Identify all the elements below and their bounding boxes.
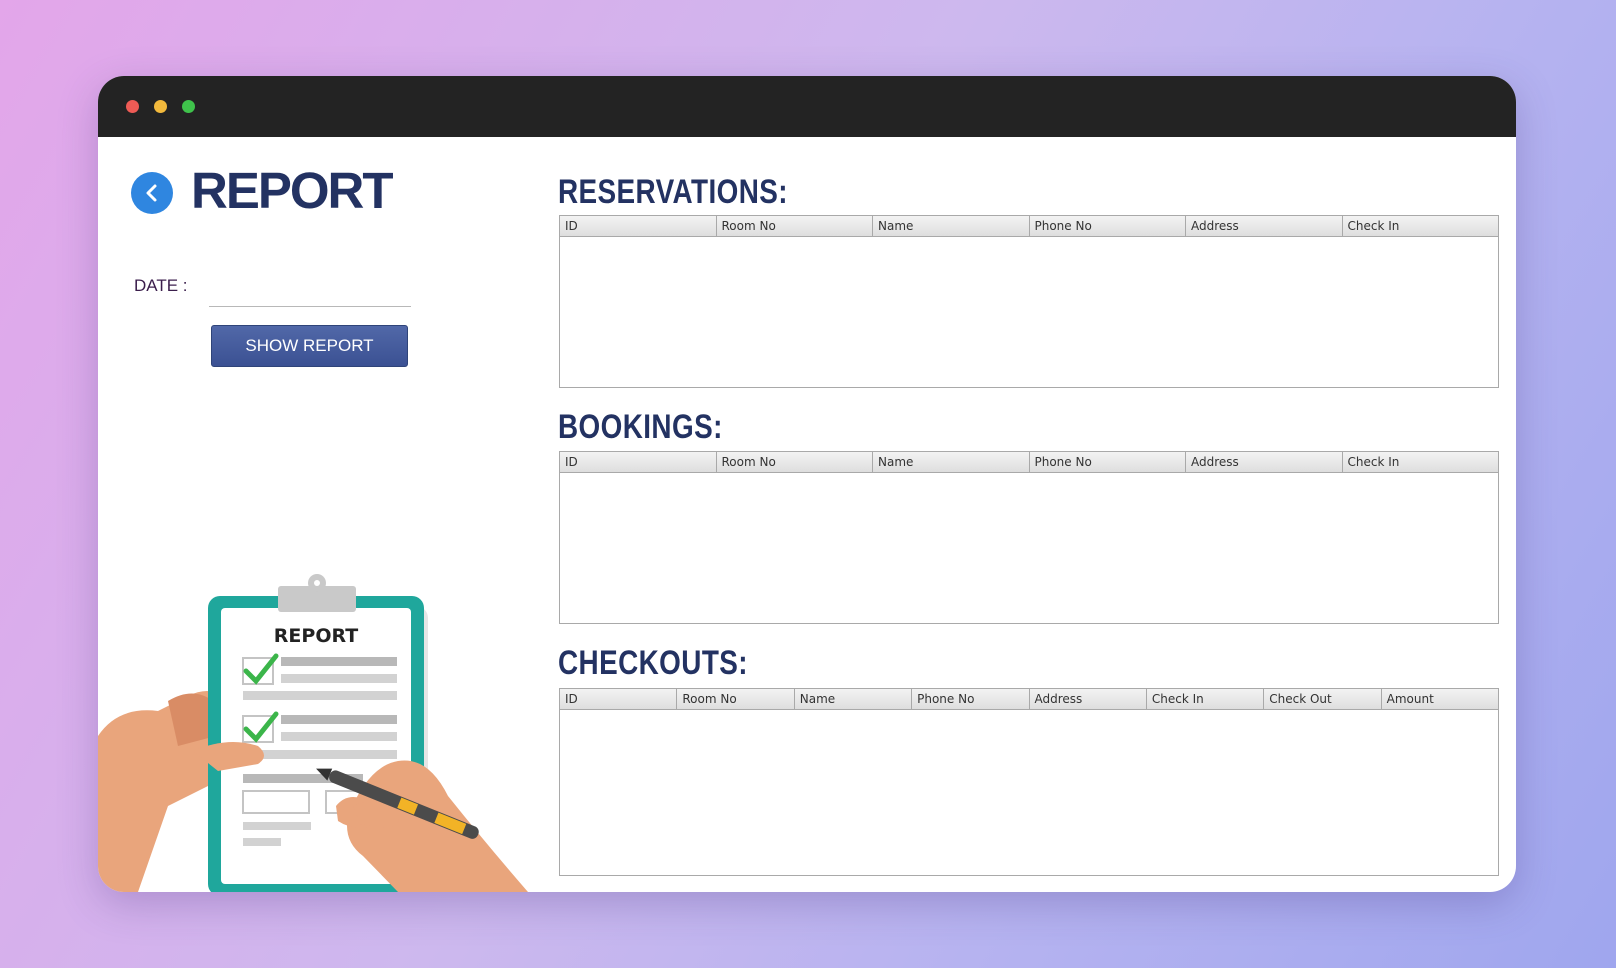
minimize-window-button[interactable] (154, 100, 167, 113)
chevron-left-icon (146, 184, 157, 202)
column-header-name[interactable]: Name (873, 216, 1030, 236)
show-report-button[interactable]: SHOW REPORT (211, 325, 408, 367)
back-button[interactable] (131, 172, 173, 214)
checkouts-title: CHECKOUTS: (558, 644, 748, 682)
reservations-table-header: ID Room No Name Phone No Address Check I… (560, 216, 1498, 237)
column-header-address[interactable]: Address (1030, 689, 1147, 709)
column-header-id[interactable]: ID (560, 689, 678, 709)
column-header-name[interactable]: Name (873, 452, 1030, 472)
column-header-amount[interactable]: Amount (1382, 689, 1498, 709)
bookings-table[interactable]: ID Room No Name Phone No Address Check I… (559, 451, 1499, 624)
checkouts-table-header: ID Room No Name Phone No Address Check I… (560, 689, 1498, 710)
column-header-check-out[interactable]: Check Out (1264, 689, 1382, 709)
bookings-table-header: ID Room No Name Phone No Address Check I… (560, 452, 1498, 473)
column-header-address[interactable]: Address (1186, 452, 1343, 472)
column-header-id[interactable]: ID (560, 216, 717, 236)
column-header-room-no[interactable]: Room No (677, 689, 795, 709)
column-header-id[interactable]: ID (560, 452, 717, 472)
column-header-check-in[interactable]: Check In (1343, 216, 1499, 236)
page-title: REPORT (191, 162, 394, 219)
clipboard-title: REPORT (274, 625, 358, 647)
column-header-room-no[interactable]: Room No (717, 452, 873, 472)
bookings-title: BOOKINGS: (558, 408, 723, 446)
date-label: DATE : (134, 276, 188, 295)
title-bar (98, 76, 1516, 137)
column-header-name[interactable]: Name (795, 689, 913, 709)
column-header-room-no[interactable]: Room No (717, 216, 873, 236)
reservations-title: RESERVATIONS: (558, 173, 788, 211)
report-clipboard-illustration: REPORT (98, 574, 528, 892)
column-header-check-in[interactable]: Check In (1343, 452, 1499, 472)
column-header-phone-no[interactable]: Phone No (1030, 452, 1186, 472)
column-header-phone-no[interactable]: Phone No (912, 689, 1030, 709)
checkouts-table[interactable]: ID Room No Name Phone No Address Check I… (559, 688, 1499, 876)
app-window: REPORT DATE : SHOW REPORT REPORT RESERVA… (98, 76, 1516, 892)
column-header-address[interactable]: Address (1186, 216, 1343, 236)
date-input[interactable] (209, 272, 411, 307)
column-header-check-in[interactable]: Check In (1147, 689, 1265, 709)
maximize-window-button[interactable] (182, 100, 195, 113)
close-window-button[interactable] (126, 100, 139, 113)
reservations-table[interactable]: ID Room No Name Phone No Address Check I… (559, 215, 1499, 388)
column-header-phone-no[interactable]: Phone No (1030, 216, 1186, 236)
